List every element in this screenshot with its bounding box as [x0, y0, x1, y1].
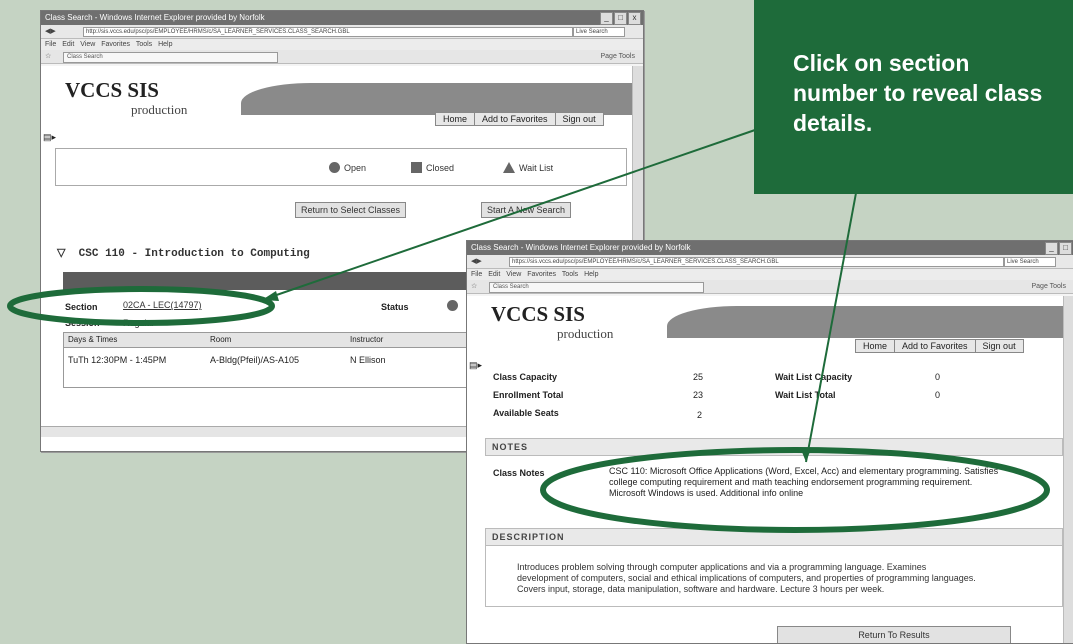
back-forward-icon[interactable]: ◀▶	[471, 258, 482, 265]
brand-subtitle: production	[557, 326, 614, 341]
closed-icon	[411, 162, 422, 173]
section-label: Section	[65, 302, 98, 312]
search-input[interactable]: Live Search	[1004, 257, 1056, 267]
enrollment-total-label: Enrollment Total	[493, 390, 564, 400]
available-seats-label: Available Seats	[493, 408, 559, 418]
maximize-button[interactable]: □	[1059, 242, 1072, 255]
session-label: Session	[65, 318, 100, 328]
browser-tab[interactable]: Class Search	[489, 282, 704, 293]
nav-add-to-favorites[interactable]: Add to Favorites	[475, 113, 556, 125]
star-icon[interactable]: ☆	[471, 283, 477, 290]
address-bar: ◀▶ https://sis.vccs.edu/psc/ps/EMPLOYEE/…	[467, 255, 1073, 269]
header-swoosh	[241, 83, 636, 115]
collapse-icon[interactable]: ▽	[57, 248, 65, 260]
toolbar-tools[interactable]: Page Tools	[1031, 280, 1066, 293]
address-input[interactable]: https://sis.vccs.edu/psc/ps/EMPLOYEE/HRM…	[509, 257, 1004, 267]
title-bar: Class Search - Windows Internet Explorer…	[467, 241, 1073, 255]
vertical-scrollbar[interactable]	[1063, 296, 1073, 643]
class-capacity-label: Class Capacity	[493, 372, 558, 382]
brand-logo: VCCS SIS	[491, 302, 585, 326]
cell-room: A-Bldg(Pfeil)/AS-A105	[210, 355, 300, 365]
callout-text: Click on section number to reveal class …	[793, 50, 1043, 136]
wait-list-total-label: Wait List Total	[775, 390, 836, 400]
menu-toggle-icon[interactable]: ▤▸	[43, 132, 56, 143]
cell-days-times: TuTh 12:30PM - 1:45PM	[68, 355, 167, 365]
header-nav: Home Add to Favorites Sign out	[855, 339, 1024, 353]
legend-open: Open	[329, 162, 366, 173]
minimize-button[interactable]: _	[600, 12, 613, 25]
return-to-results-button[interactable]: Return To Results	[777, 626, 1011, 643]
return-to-select-classes-button[interactable]: Return to Select Classes	[295, 202, 407, 218]
menu-toggle-icon[interactable]: ▤▸	[469, 360, 482, 371]
maximize-button[interactable]: □	[614, 12, 627, 25]
window-title: Class Search - Windows Internet Explorer…	[45, 13, 265, 22]
enrollment-total-value: 23	[693, 390, 704, 400]
column-room: Room	[210, 335, 232, 344]
search-input[interactable]: Live Search	[573, 27, 625, 37]
nav-sign-out[interactable]: Sign out	[556, 113, 603, 125]
notes-header: NOTES	[485, 438, 1063, 456]
course-title[interactable]: ▽ CSC 110 - Introduction to Computing	[57, 246, 310, 260]
brand-subtitle: production	[131, 102, 188, 117]
cell-instructor: N Ellison	[350, 355, 386, 365]
nav-home[interactable]: Home	[856, 340, 896, 352]
class-notes-label: Class Notes	[493, 468, 545, 478]
meeting-table: Days & Times Room Instructor TuTh 12:30P…	[63, 332, 485, 388]
available-seats-value: 2	[697, 410, 703, 420]
page-content: VCCS SIS production Home Add to Favorite…	[467, 296, 1073, 643]
open-status-icon	[447, 300, 458, 311]
session-value: Regular	[123, 318, 155, 328]
minimize-button[interactable]: _	[1045, 242, 1058, 255]
menu-bar[interactable]: File Edit View Favorites Tools Help	[41, 39, 643, 50]
favorites-bar: ☆ Class Search Page Tools	[467, 280, 1073, 294]
class-capacity-value: 25	[693, 372, 704, 382]
title-bar: Class Search - Windows Internet Explorer…	[41, 11, 643, 25]
class-notes-text: CSC 110: Microsoft Office Applications (…	[609, 466, 999, 498]
column-days-times: Days & Times	[68, 335, 118, 344]
address-bar: ◀▶ http://sis.vccs.edu/psc/ps/EMPLOYEE/H…	[41, 25, 643, 39]
browser-tab[interactable]: Class Search	[63, 52, 278, 63]
address-input[interactable]: http://sis.vccs.edu/psc/ps/EMPLOYEE/HRMS…	[83, 27, 573, 37]
wait-list-total-value: 0	[935, 390, 941, 400]
browser-window-class-details: Class Search - Windows Internet Explorer…	[466, 240, 1073, 644]
window-title: Class Search - Windows Internet Explorer…	[471, 243, 691, 252]
wait-list-icon	[503, 162, 515, 173]
description-header: DESCRIPTION	[485, 528, 1063, 546]
favorites-bar: ☆ Class Search Page Tools	[41, 50, 643, 64]
legend-wait-list: Wait List	[503, 162, 553, 173]
back-forward-icon[interactable]: ◀▶	[45, 28, 56, 35]
open-icon	[329, 162, 340, 173]
table-header-row	[64, 333, 484, 348]
nav-add-to-favorites[interactable]: Add to Favorites	[895, 340, 976, 352]
description-text: Introduces problem solving through compu…	[517, 562, 976, 594]
header-swoosh	[667, 306, 1073, 338]
nav-home[interactable]: Home	[436, 113, 476, 125]
wait-list-capacity-value: 0	[935, 372, 941, 382]
window-controls: _ □ x	[600, 12, 641, 25]
status-label: Status	[381, 302, 409, 312]
star-icon[interactable]: ☆	[45, 53, 51, 60]
wait-list-capacity-label: Wait List Capacity	[775, 372, 853, 382]
window-controls: _ □	[1045, 242, 1072, 255]
nav-sign-out[interactable]: Sign out	[976, 340, 1023, 352]
brand-logo: VCCS SIS	[65, 78, 159, 102]
menu-bar[interactable]: File Edit View Favorites Tools Help	[467, 269, 1073, 280]
column-instructor: Instructor	[350, 335, 384, 344]
section-number-link[interactable]: 02CA - LEC(14797)	[123, 300, 202, 310]
toolbar-tools[interactable]: Page Tools	[600, 50, 635, 63]
close-button[interactable]: x	[628, 12, 641, 25]
legend-closed: Closed	[411, 162, 454, 173]
start-new-search-button[interactable]: Start A New Search	[481, 202, 572, 218]
header-nav: Home Add to Favorites Sign out	[435, 112, 604, 126]
